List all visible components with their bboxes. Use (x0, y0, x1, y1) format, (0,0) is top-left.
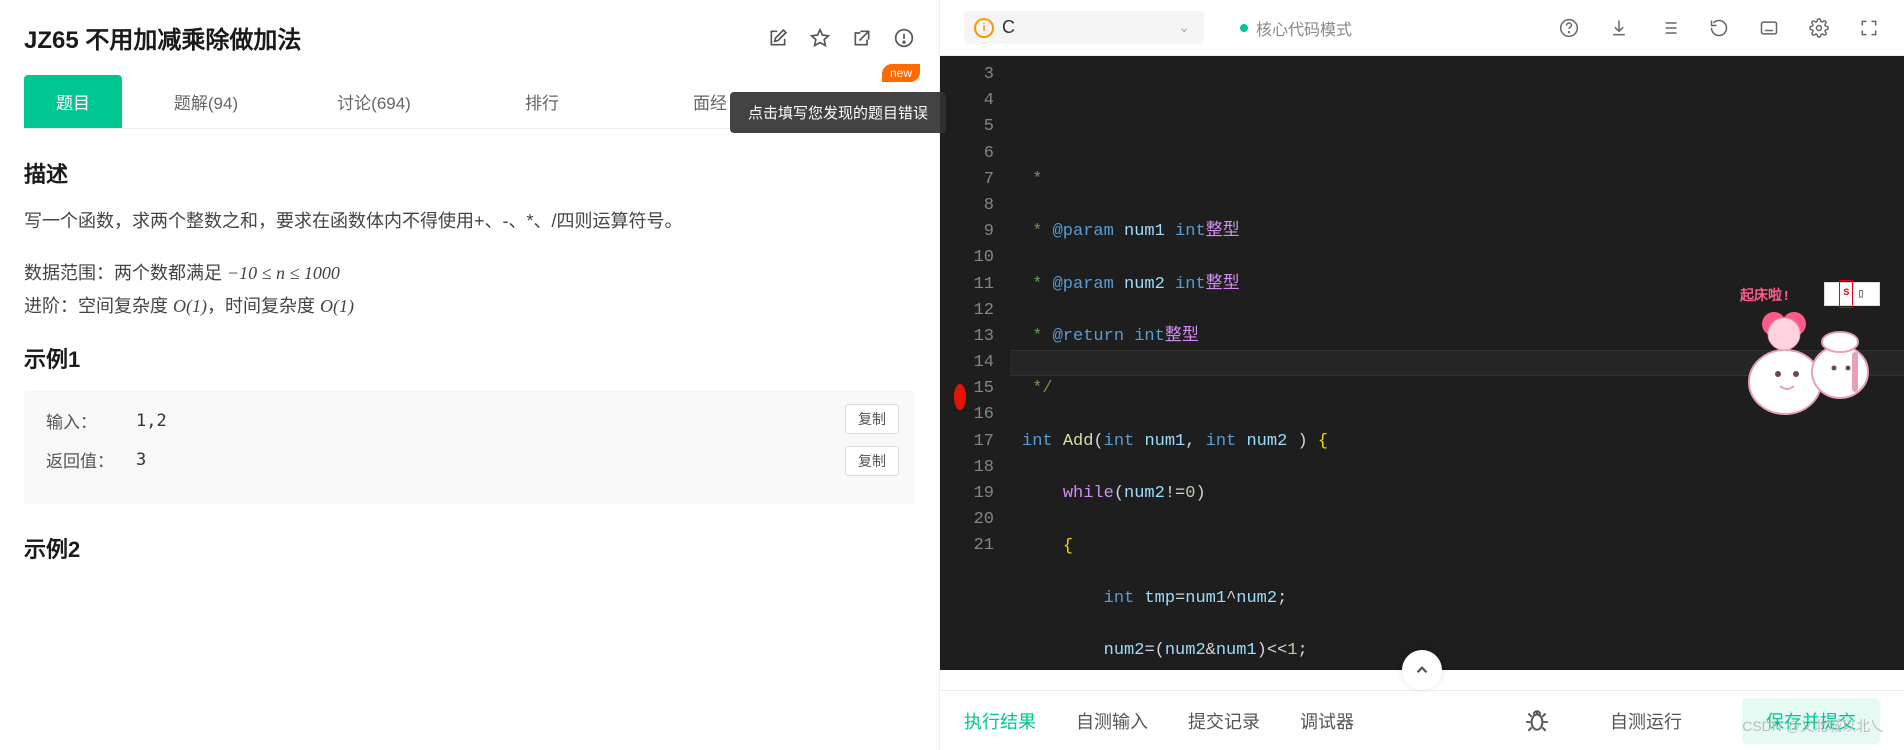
adv-prefix: 进阶：空间复杂度 (24, 296, 173, 316)
example1-heading: 示例1 (24, 342, 915, 374)
footer-bar: 执行结果 自测输入 提交记录 调试器 自测运行 保存并提交 CSDN @乂北城以… (940, 690, 1904, 750)
mode-dot-icon (1240, 24, 1248, 32)
chevron-up-icon[interactable] (1402, 650, 1442, 690)
copy-return-button[interactable]: 复制 (845, 446, 899, 476)
chevron-down-icon: ⌄ (1178, 19, 1190, 36)
new-badge: new (882, 64, 920, 82)
settings-icon[interactable] (1808, 17, 1830, 39)
mode-text: 核心代码模式 (1256, 16, 1352, 40)
desc-heading: 描述 (24, 157, 915, 189)
star-icon[interactable] (809, 27, 831, 49)
notes-icon[interactable] (1658, 17, 1680, 39)
ex1-input-label: 输入： (46, 408, 136, 433)
edit-icon[interactable] (767, 27, 789, 49)
example1-box: 输入： 1,2 返回值： 3 复制 复制 (24, 390, 915, 504)
tab-rank[interactable]: 排行 (482, 75, 602, 128)
ex1-input-val: 1,2 (136, 411, 167, 431)
adv-mid: ，时间复杂度 (207, 296, 320, 316)
reset-icon[interactable] (1708, 17, 1730, 39)
code-editor[interactable]: 3456789101112131415161718192021 * * @par… (940, 56, 1904, 670)
fullscreen-icon[interactable] (1858, 17, 1880, 39)
problem-content[interactable]: 描述 写一个函数，求两个整数之和，要求在函数体内不得使用+、-、*、/四则运算符… (0, 129, 939, 750)
code-area[interactable]: * * @param num1 int整型 * @param num2 int整… (1010, 56, 1904, 670)
copy-input-button[interactable]: 复制 (845, 404, 899, 434)
current-line-highlight (1010, 350, 1904, 376)
share-icon[interactable] (851, 27, 873, 49)
o1-a: O(1) (173, 296, 207, 316)
desc-range: 数据范围：两个数都满足 −10 ≤ n ≤ 1000 进阶：空间复杂度 O(1)… (24, 257, 915, 322)
tab-solutions[interactable]: 题解(94) (146, 75, 266, 128)
desc-text: 写一个函数，求两个整数之和，要求在函数体内不得使用+、-、*、/四则运算符号。 (24, 205, 915, 237)
line-gutter: 3456789101112131415161718192021 (940, 56, 1010, 670)
range-math: −10 ≤ n ≤ 1000 (227, 263, 340, 283)
range-prefix: 数据范围：两个数都满足 (24, 263, 227, 283)
header-actions (767, 27, 915, 49)
self-run-button[interactable]: 自测运行 (1590, 700, 1702, 742)
breakpoint-icon[interactable] (954, 384, 966, 410)
report-icon[interactable] (893, 27, 915, 49)
ftab-result[interactable]: 执行结果 (964, 708, 1036, 734)
tab-problem[interactable]: 题目 (24, 75, 122, 128)
language-name: C (1002, 17, 1170, 38)
download-icon[interactable] (1608, 17, 1630, 39)
debug-icon[interactable] (1524, 708, 1550, 734)
ftab-submissions[interactable]: 提交记录 (1188, 708, 1260, 734)
editor-toolbar: i C ⌄ 核心代码模式 (940, 0, 1904, 56)
o1-b: O(1) (320, 296, 354, 316)
example2-heading: 示例2 (24, 532, 915, 564)
report-tooltip: 点击填写您发现的题目错误 (730, 92, 946, 133)
editor-icon[interactable] (1758, 17, 1780, 39)
ftab-debugger[interactable]: 调试器 (1300, 708, 1354, 734)
help-icon[interactable] (1558, 17, 1580, 39)
tab-discuss[interactable]: 讨论(694) (314, 75, 434, 128)
ex1-return-label: 返回值： (46, 447, 136, 472)
watermark: CSDN @乂北城以北乀 (1742, 716, 1884, 736)
ex1-return-val: 3 (136, 450, 146, 470)
panel-toggle[interactable] (940, 670, 1904, 690)
language-select[interactable]: i C ⌄ (964, 11, 1204, 44)
ftab-selftest[interactable]: 自测输入 (1076, 708, 1148, 734)
mode-indicator[interactable]: 核心代码模式 (1240, 16, 1352, 40)
problem-title: JZ65 不用加减乘除做加法 (24, 20, 301, 55)
ime-indicator: S▯ (1824, 282, 1880, 306)
warn-icon: i (974, 18, 994, 38)
